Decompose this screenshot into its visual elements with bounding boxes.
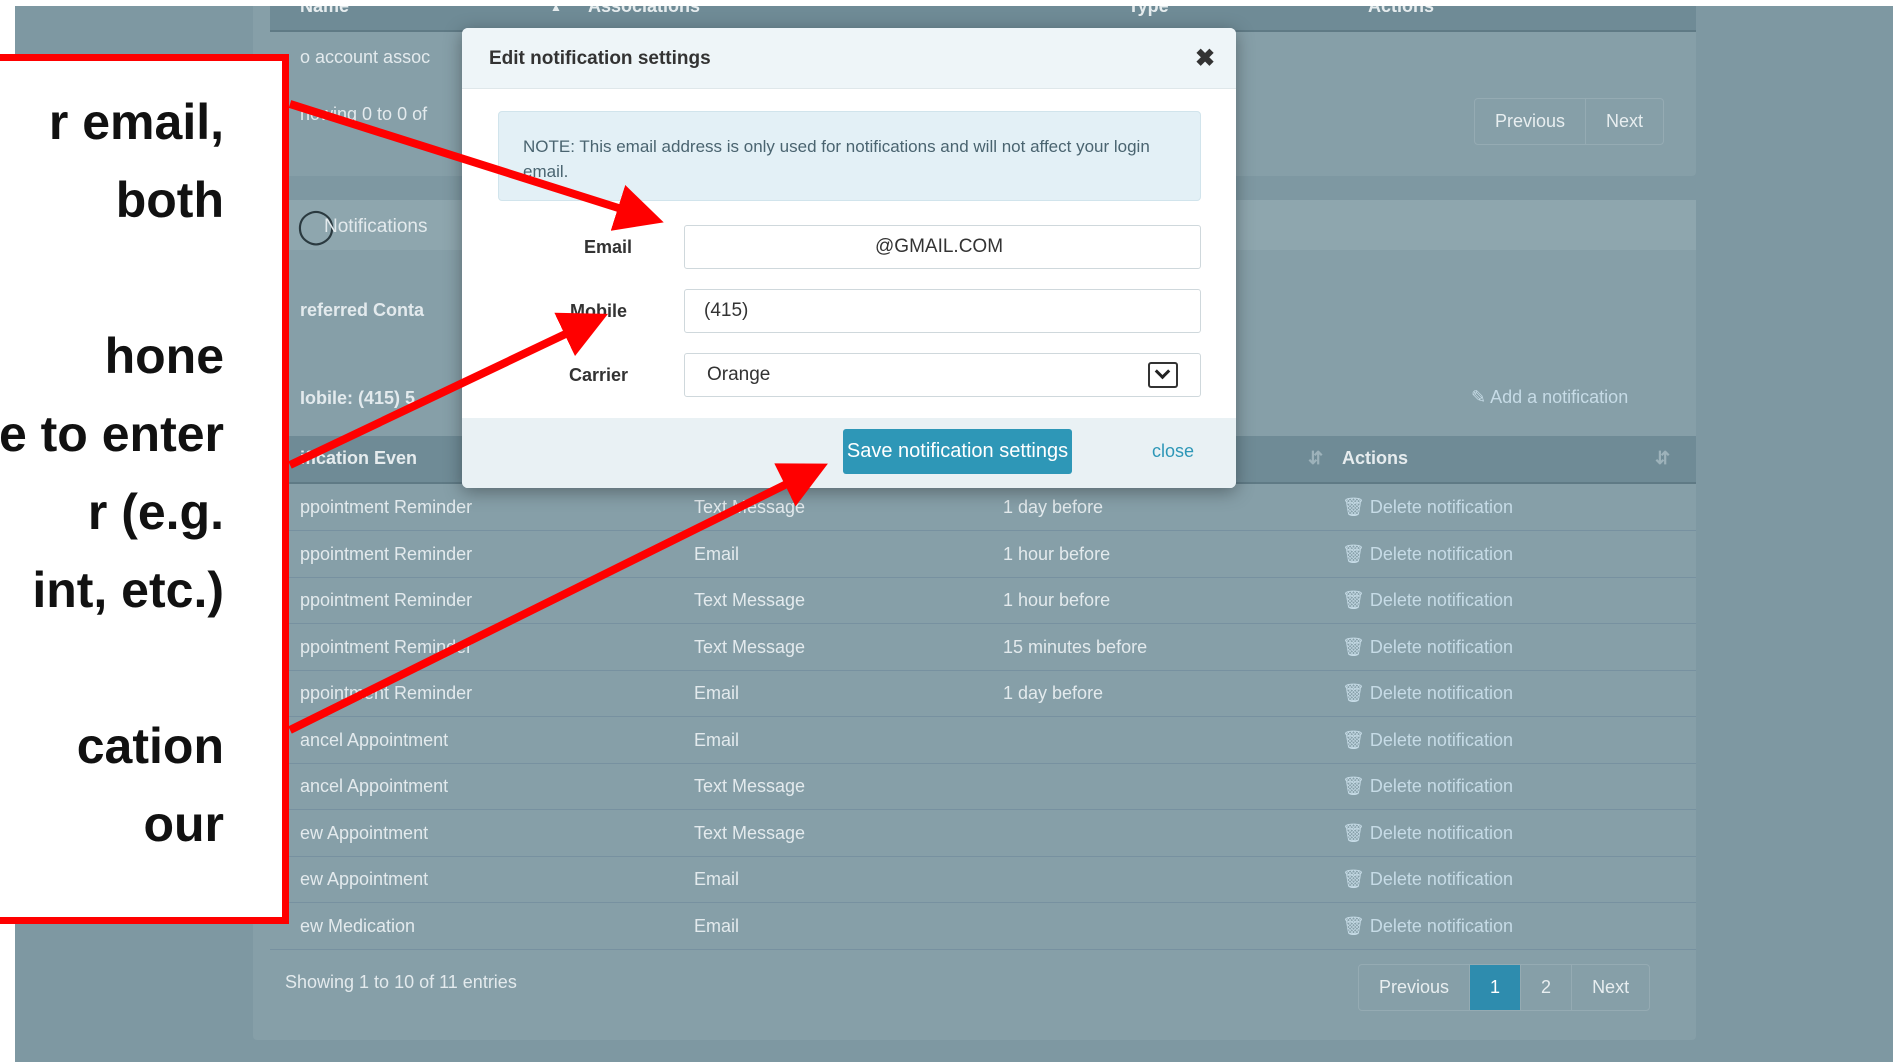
arrow-to-email <box>288 100 664 231</box>
arrow-to-save <box>288 463 828 734</box>
annotation-arrows <box>288 100 828 734</box>
arrow-to-mobile <box>288 312 609 469</box>
